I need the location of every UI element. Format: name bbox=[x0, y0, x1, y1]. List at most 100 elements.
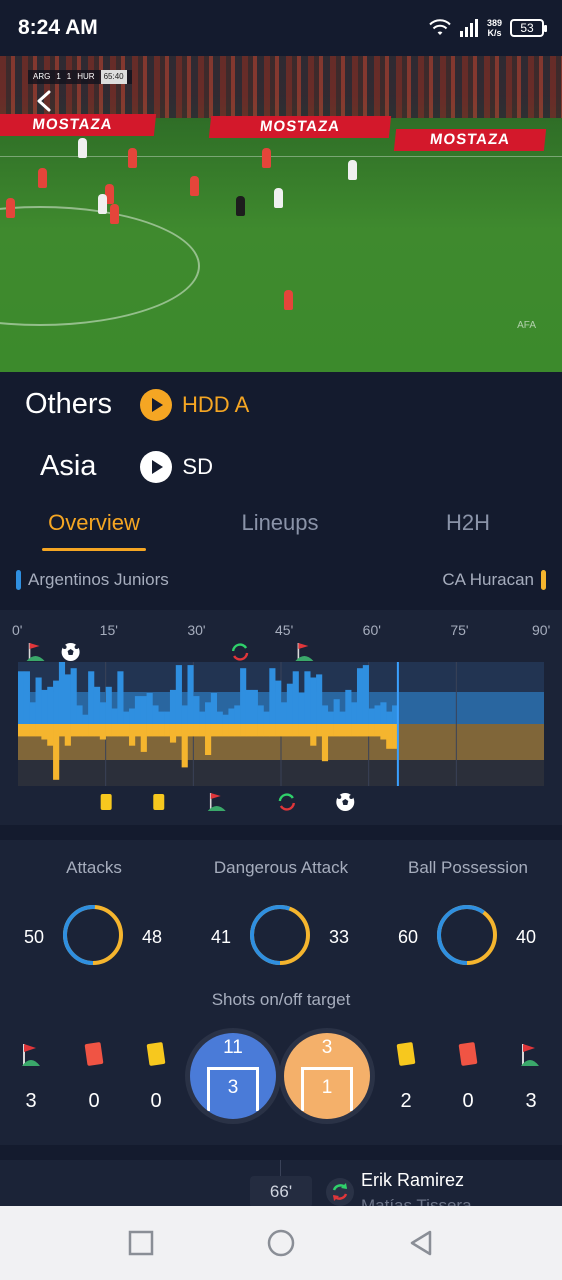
player bbox=[98, 194, 107, 214]
yellow-card-icon bbox=[396, 1041, 416, 1067]
goal-event-icon bbox=[61, 643, 80, 661]
away-pressure-bar bbox=[140, 724, 147, 752]
source-row-asia[interactable]: Asia SD bbox=[40, 450, 213, 483]
event-connector bbox=[280, 1160, 281, 1176]
yellow-card bbox=[153, 794, 165, 810]
ball-patch bbox=[349, 795, 354, 799]
away-pressure-bar bbox=[286, 724, 293, 737]
match-timeline: 0' 15' 30' 45' 60' 75' 90' bbox=[0, 610, 562, 825]
away-pressure-bar bbox=[228, 724, 235, 737]
away-pressure-bar bbox=[152, 724, 159, 737]
away-pressure-bar bbox=[29, 724, 36, 737]
away-pressure-bar bbox=[222, 724, 229, 737]
home-pressure-bar bbox=[362, 665, 369, 724]
away-pressure-bar bbox=[316, 724, 323, 737]
yellow-card-event-icon bbox=[100, 794, 112, 810]
player bbox=[274, 188, 283, 208]
home-pressure-bar bbox=[316, 674, 323, 724]
corner-flag bbox=[210, 793, 221, 799]
player bbox=[38, 168, 47, 188]
tab-lineups[interactable]: Lineups bbox=[216, 510, 344, 536]
away-pressure-bar bbox=[245, 724, 253, 737]
home-yellow-cards-count: 0 bbox=[150, 1090, 162, 1112]
home-pressure-bar bbox=[292, 671, 299, 724]
away-pressure-bar bbox=[93, 724, 101, 737]
scorebug-home-score: 1 bbox=[56, 72, 61, 81]
home-pressure-bar bbox=[29, 702, 36, 724]
home-pressure-bar bbox=[327, 711, 334, 724]
home-pressure-bar bbox=[275, 680, 282, 724]
home-pressure-bar bbox=[216, 711, 223, 724]
away-pressure-bar bbox=[181, 724, 188, 768]
back-icon[interactable] bbox=[406, 1228, 436, 1258]
home-pressure-bar bbox=[351, 702, 358, 724]
home-icon[interactable] bbox=[266, 1228, 296, 1258]
home-pressure-bar bbox=[199, 711, 206, 724]
home-pressure-bar bbox=[286, 683, 293, 724]
away-pressure-bar bbox=[134, 724, 142, 737]
recent-apps-icon[interactable] bbox=[126, 1228, 156, 1258]
away-pressure-bar bbox=[374, 724, 381, 737]
home-pressure-bar bbox=[88, 671, 95, 724]
source-region: Asia bbox=[40, 450, 97, 482]
home-pressure-bar bbox=[368, 708, 375, 724]
away-shots-off: 1 bbox=[321, 1077, 333, 1098]
video-player[interactable]: MOSTAZA MOSTAZA MOSTAZA ARG 1 1 HUR 65:4… bbox=[0, 56, 562, 372]
home-pressure-bar bbox=[64, 674, 71, 724]
away-pressure-bar bbox=[47, 724, 54, 746]
source-label[interactable]: SD bbox=[182, 454, 213, 480]
source-row-others[interactable]: Others HDD A bbox=[25, 388, 249, 421]
away-pressure-bar bbox=[82, 724, 89, 737]
away-pressure-bar bbox=[298, 724, 305, 737]
event-list: 66' Erik Ramirez Matías Tissera bbox=[0, 1160, 562, 1206]
home-pressure-bar bbox=[193, 696, 200, 724]
corner-flag-icon bbox=[521, 1044, 539, 1066]
away-pressure-bar bbox=[111, 724, 118, 737]
status-time: 8:24 AM bbox=[18, 16, 98, 39]
home-pressure-bar bbox=[18, 671, 25, 724]
home-pressure-bar bbox=[386, 711, 393, 724]
away-team-legend: CA Huracan bbox=[442, 570, 546, 590]
home-pressure-bar bbox=[53, 680, 60, 724]
source-label[interactable]: HDD A bbox=[182, 392, 249, 418]
away-pressure-bar bbox=[327, 724, 334, 737]
home-pressure-bar bbox=[23, 671, 30, 724]
home-shots-on: 11 bbox=[223, 1037, 243, 1058]
home-pressure-bar bbox=[146, 693, 153, 724]
home-pressure-bar bbox=[70, 668, 77, 724]
wifi-icon bbox=[429, 19, 451, 35]
home-pressure-bar bbox=[181, 705, 188, 724]
away-pressure-bar bbox=[76, 724, 83, 737]
away-pressure-bar bbox=[339, 724, 346, 737]
home-pressure-bar bbox=[105, 686, 112, 724]
adboard: MOSTAZA bbox=[0, 114, 157, 136]
away-team-color bbox=[541, 570, 546, 590]
away-pressure-bar bbox=[123, 724, 130, 737]
play-icon[interactable] bbox=[140, 388, 173, 421]
away-pressure-bar bbox=[64, 724, 71, 746]
away-team-name: CA Huracan bbox=[442, 570, 534, 589]
home-pressure-bar bbox=[234, 705, 241, 724]
yellow-card-icon bbox=[146, 1041, 166, 1067]
home-pressure-bar bbox=[333, 699, 340, 724]
home-pressure-bar bbox=[175, 665, 182, 724]
player bbox=[6, 198, 15, 218]
away-pressure-bar bbox=[351, 724, 358, 737]
away-red-cards-count: 0 bbox=[462, 1090, 474, 1112]
corner-flag bbox=[298, 643, 309, 649]
player bbox=[110, 204, 119, 224]
away-pressure-bar bbox=[368, 724, 375, 737]
player bbox=[78, 138, 87, 158]
home-pressure-bar bbox=[111, 708, 118, 724]
tab-h2h[interactable]: H2H bbox=[404, 510, 532, 536]
corner-event-icon bbox=[26, 643, 45, 661]
away-pressure-bar bbox=[99, 724, 106, 740]
back-arrow-icon[interactable] bbox=[34, 90, 56, 112]
network-speed-unit: K/s bbox=[487, 28, 502, 38]
play-icon[interactable] bbox=[140, 450, 173, 483]
player bbox=[190, 176, 199, 196]
home-pressure-bar bbox=[129, 708, 136, 724]
tab-overview[interactable]: Overview bbox=[30, 510, 158, 536]
home-pressure-bar bbox=[228, 708, 235, 724]
corner-event-icon bbox=[295, 643, 314, 661]
